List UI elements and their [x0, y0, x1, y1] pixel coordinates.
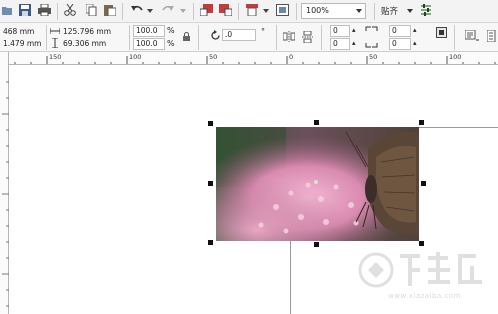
separator	[193, 3, 194, 20]
ruler-label: 50	[209, 53, 218, 61]
selection-handle-bottom-left[interactable]	[208, 240, 213, 245]
mirror-horizontal-icon[interactable]	[283, 31, 295, 42]
width-icon	[50, 27, 60, 35]
scissors-icon[interactable]	[64, 4, 76, 16]
selection-handle-middle-right[interactable]	[421, 181, 426, 186]
selection-handle-middle-left[interactable]	[208, 181, 213, 186]
y-position-value[interactable]: 1.479 mm	[3, 38, 41, 50]
snap-dropdown-icon[interactable]	[407, 9, 413, 13]
position-b2-spinner-icon[interactable]: ▴	[413, 39, 417, 47]
publish-pdf-icon[interactable]	[246, 4, 258, 16]
publish-dropdown-icon[interactable]	[263, 9, 269, 13]
print-icon[interactable]	[38, 4, 51, 16]
wrap-text-icon[interactable]	[487, 30, 497, 42]
ruler-label: 150	[49, 53, 62, 61]
standard-toolbar: 100% 贴齐	[0, 0, 498, 23]
object-width-value[interactable]: 125.796 mm	[63, 26, 111, 38]
zoom-level-select[interactable]: 100%	[301, 3, 366, 19]
x-position-value[interactable]: 468 mm	[3, 26, 34, 38]
selected-image-object[interactable]	[216, 127, 419, 241]
full-screen-icon[interactable]	[276, 4, 289, 16]
position-a1-spinner-icon[interactable]: ▴	[352, 26, 356, 34]
scale-x-unit: %	[167, 26, 175, 35]
edit-content-icon[interactable]	[436, 27, 447, 38]
redo-dropdown-icon[interactable]	[180, 9, 186, 13]
position-a2-input[interactable]: 0	[330, 38, 350, 50]
selection-handle-bottom-middle[interactable]	[314, 242, 319, 247]
selection-handle-top-middle[interactable]	[314, 120, 319, 125]
separator	[129, 25, 130, 50]
corner-side-icon	[371, 26, 378, 48]
separator	[238, 3, 239, 20]
ruler-label: 50	[369, 53, 378, 61]
scale-y-unit: %	[167, 39, 175, 48]
position-a1-input[interactable]: 0	[330, 25, 350, 37]
separator	[296, 3, 297, 20]
separator	[198, 25, 199, 50]
snap-to-label[interactable]: 贴齐	[381, 5, 398, 17]
property-bar: 468 mm 1.479 mm 125.796 mm 69.306 mm 100…	[0, 23, 498, 52]
separator	[374, 3, 375, 20]
ruler-label: 100	[129, 53, 142, 61]
separator	[454, 25, 455, 50]
watermark-url: www.xiazaiba.com	[388, 292, 461, 300]
options-icon[interactable]	[420, 4, 432, 17]
position-b1-input[interactable]: 0	[389, 25, 411, 37]
site-watermark-logo: www.xiazaiba.com	[358, 246, 498, 310]
open-folder-icon[interactable]	[2, 4, 12, 16]
position-a2-spinner-icon[interactable]: ▴	[352, 39, 356, 47]
rotation-angle-input[interactable]: .0	[222, 29, 256, 41]
copy-icon[interactable]	[86, 4, 97, 16]
separator	[276, 25, 277, 50]
undo-dropdown-icon[interactable]	[147, 9, 153, 13]
separator	[57, 3, 58, 20]
height-icon	[51, 38, 59, 48]
scale-x-input[interactable]: 100.0	[133, 25, 165, 37]
selection-handle-top-left[interactable]	[208, 121, 213, 126]
save-icon[interactable]	[19, 4, 31, 16]
ruler-label: 0	[289, 53, 294, 61]
ruler-label: 100	[449, 53, 462, 61]
zoom-level-value: 100%	[306, 6, 329, 15]
rotation-icon	[210, 30, 221, 41]
separator	[46, 25, 47, 50]
horizontal-ruler[interactable]: 150 100 50 0 50 100	[9, 52, 498, 65]
separator	[122, 3, 123, 20]
zoom-dropdown-icon[interactable]	[356, 9, 362, 13]
vertical-ruler-ticks	[2, 81, 9, 307]
position-b1-spinner-icon[interactable]: ▴	[413, 26, 417, 34]
object-height-value[interactable]: 69.306 mm	[63, 38, 106, 50]
undo-icon[interactable]	[131, 4, 143, 16]
separator	[321, 25, 322, 50]
import-icon[interactable]	[200, 4, 213, 16]
align-distribute-icon[interactable]	[465, 30, 479, 42]
rotation-degree-unit: °	[261, 27, 265, 36]
paste-icon[interactable]	[104, 4, 116, 16]
selection-handle-top-right[interactable]	[419, 120, 424, 125]
redo-icon[interactable]	[162, 4, 174, 16]
export-icon[interactable]	[219, 4, 232, 16]
lock-ratio-icon[interactable]	[183, 32, 190, 41]
horizontal-ruler-ticks	[14, 56, 496, 64]
vertical-ruler[interactable]	[0, 52, 9, 314]
mirror-vertical-icon[interactable]	[302, 31, 313, 43]
butterfly-flower-photo	[216, 127, 419, 241]
scale-y-input[interactable]: 100.0	[133, 38, 165, 50]
position-b2-input[interactable]: 0	[389, 38, 411, 50]
